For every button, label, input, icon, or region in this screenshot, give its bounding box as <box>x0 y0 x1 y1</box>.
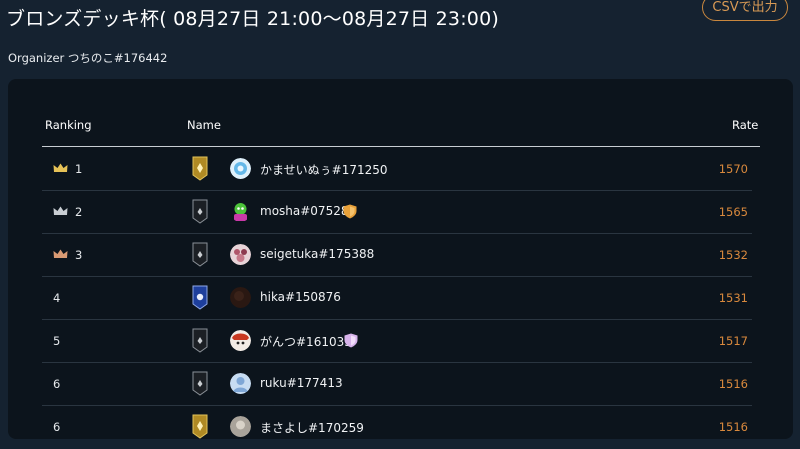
page-title: ブロンズデッキ杯( 08月27日 21:00～08月27日 23:00) <box>6 8 499 30</box>
gold-rank-badge-icon <box>192 414 208 439</box>
default-user-avatar[interactable] <box>230 373 251 394</box>
orange-shield-icon <box>343 204 357 219</box>
gold-crown-icon <box>53 163 68 172</box>
rank-number: 2 <box>75 205 83 219</box>
dark-avatar[interactable] <box>230 287 251 308</box>
player-name[interactable]: seigetuka#175388 <box>260 247 374 261</box>
rank-number: 5 <box>53 334 61 348</box>
bronze-crown-icon <box>53 249 68 258</box>
player-rate: 1516 <box>718 420 748 434</box>
silver-crown-icon <box>53 206 68 215</box>
table-row[interactable]: 2 mosha#075280 1565 <box>42 191 752 234</box>
red-character-avatar[interactable] <box>230 330 251 351</box>
player-rate: 1532 <box>718 248 748 262</box>
gold-rank-badge-icon <box>192 156 208 181</box>
player-name[interactable]: がんつ#161033 <box>260 333 352 350</box>
header-name: Name <box>187 118 221 132</box>
player-rate: 1517 <box>718 334 748 348</box>
dark-rank-badge-icon <box>192 199 208 224</box>
rank-number: 4 <box>53 291 61 305</box>
rank-number: 6 <box>53 377 61 391</box>
table-row[interactable]: 4 hika#150876 1531 <box>42 277 752 320</box>
player-rate: 1516 <box>718 377 748 391</box>
pink-character-avatar[interactable] <box>230 244 251 265</box>
table-row[interactable]: 1 かませいぬぅ#171250 1570 <box>42 148 752 191</box>
player-name[interactable]: かませいぬぅ#171250 <box>260 161 388 178</box>
gray-avatar[interactable] <box>230 416 251 437</box>
table-row[interactable]: 3 seigetuka#175388 1532 <box>42 234 752 277</box>
dark-rank-badge-icon <box>192 371 208 396</box>
rank-number: 6 <box>53 420 61 434</box>
header-divider <box>42 146 760 147</box>
dark-rank-badge-icon <box>192 328 208 353</box>
player-name[interactable]: hika#150876 <box>260 290 341 304</box>
export-csv-button[interactable]: CSVで出力 <box>702 0 788 21</box>
pink-shield-icon <box>344 333 358 348</box>
dark-rank-badge-icon <box>192 242 208 267</box>
player-rate: 1531 <box>718 291 748 305</box>
table-row[interactable]: 5 がんつ#161033 1517 <box>42 320 752 363</box>
player-rate: 1570 <box>718 162 748 176</box>
player-name[interactable]: ruku#177413 <box>260 376 343 390</box>
header-rate: Rate <box>732 118 759 132</box>
green-character-avatar[interactable] <box>230 201 251 222</box>
table-row[interactable]: 6 ruku#177413 1516 <box>42 363 752 406</box>
header-ranking: Ranking <box>45 118 92 132</box>
player-rate: 1565 <box>718 205 748 219</box>
blue-rank-badge-icon <box>192 285 208 310</box>
rank-number: 1 <box>75 162 83 176</box>
player-name[interactable]: mosha#075280 <box>260 204 356 218</box>
organizer-label: Organizer つちのこ#176442 <box>8 51 168 65</box>
blue-swirl-avatar[interactable] <box>230 158 251 179</box>
rank-number: 3 <box>75 248 83 262</box>
